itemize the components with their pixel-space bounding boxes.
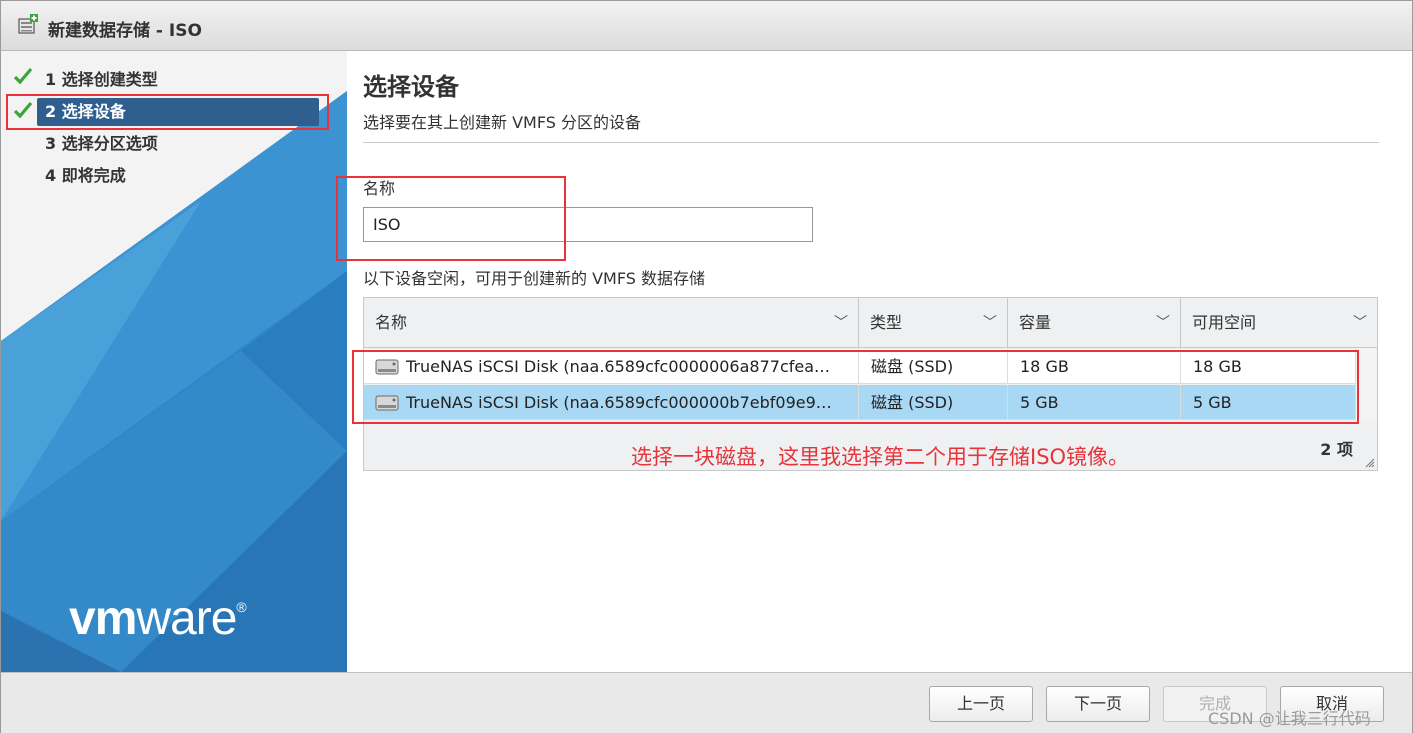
resize-grip-icon[interactable] <box>1365 458 1375 468</box>
watermark: CSDN @让我三行代码 <box>1208 709 1371 728</box>
wizard-sidebar: 1 选择创建类型 2 选择设备 3 选择分区选项 4 即将完成 vmware® <box>1 51 347 672</box>
step-partition-options[interactable]: 3 选择分区选项 <box>37 130 158 158</box>
chevron-down-icon[interactable]: ﹀ <box>1156 298 1170 348</box>
annotation-text: 选择一块磁盘，这里我选择第二个用于存储ISO镜像。 <box>631 445 1130 469</box>
chevron-down-icon[interactable]: ﹀ <box>834 298 848 348</box>
back-button[interactable]: 上一页 <box>929 686 1033 722</box>
page-title: 选择设备 <box>363 73 459 101</box>
title-bar: 新建数据存储 - ISO <box>1 1 1412 51</box>
vmware-logo: vmware® <box>69 592 247 645</box>
new-datastore-dialog: 新建数据存储 - ISO 1 选择创建类型 2 选择设备 3 选择分区选项 4 … <box>0 0 1413 733</box>
wizard-footer: 上一页 下一页 完成 取消 CSDN @让我三行代码 <box>1 672 1412 733</box>
column-header-type[interactable]: 类型 ﹀ <box>859 298 1008 348</box>
highlight-box <box>352 350 1359 424</box>
check-icon <box>13 67 33 85</box>
next-button[interactable]: 下一页 <box>1046 686 1150 722</box>
highlight-box <box>336 176 566 261</box>
step-select-type[interactable]: 1 选择创建类型 <box>37 66 158 94</box>
device-info-text: 以下设备空闲，可用于创建新的 VMFS 数据存储 <box>363 269 706 288</box>
item-count: 2 项 <box>1320 440 1353 459</box>
step-ready-to-complete[interactable]: 4 即将完成 <box>37 162 126 190</box>
step-label: 1 选择创建类型 <box>45 70 158 89</box>
page-subtitle: 选择要在其上创建新 VMFS 分区的设备 <box>363 113 642 132</box>
column-header-name[interactable]: 名称 ﹀ <box>364 298 859 348</box>
dialog-title: 新建数据存储 - ISO <box>48 21 202 41</box>
highlight-box <box>6 94 329 130</box>
datastore-add-icon <box>18 14 38 34</box>
divider <box>363 142 1379 143</box>
column-header-free-space[interactable]: 可用空间 ﹀ <box>1181 298 1377 348</box>
chevron-down-icon[interactable]: ﹀ <box>983 298 997 348</box>
step-label: 3 选择分区选项 <box>45 134 158 153</box>
column-header-capacity[interactable]: 容量 ﹀ <box>1008 298 1181 348</box>
table-header: 名称 ﹀ 类型 ﹀ 容量 ﹀ 可用空间 ﹀ <box>364 298 1377 348</box>
step-label: 4 即将完成 <box>45 166 126 185</box>
chevron-down-icon[interactable]: ﹀ <box>1353 298 1367 348</box>
